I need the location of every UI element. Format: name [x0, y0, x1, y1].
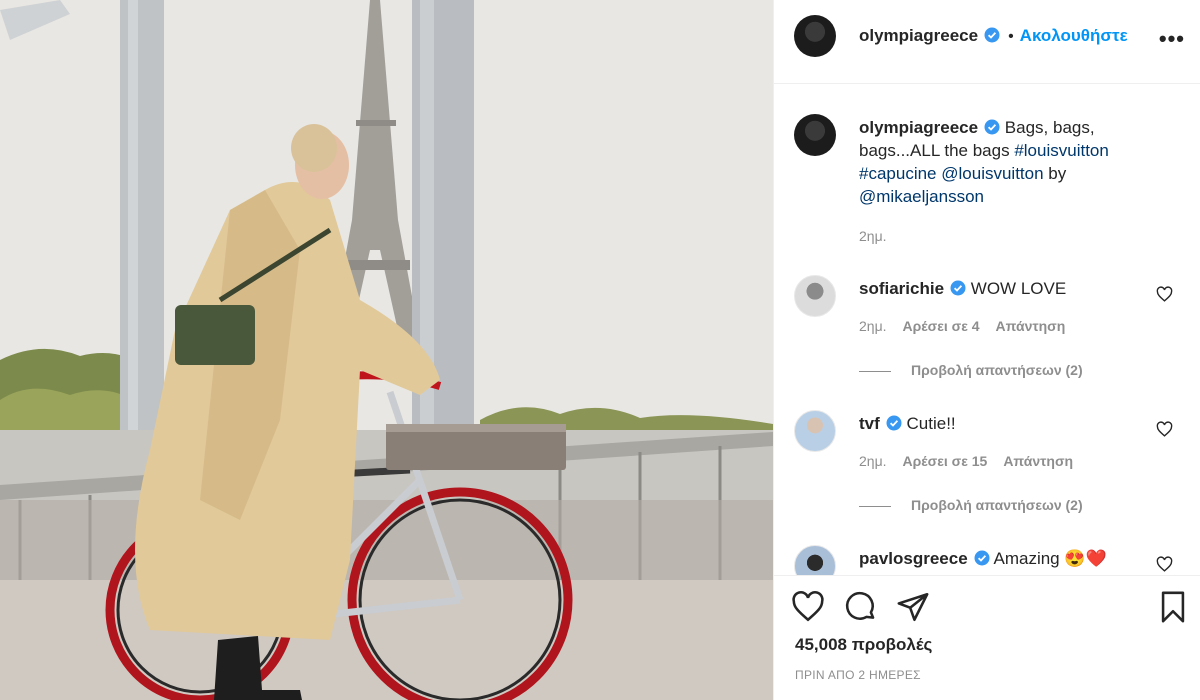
verified-badge-icon: [984, 27, 1000, 43]
video-frame-illustration: [0, 0, 773, 700]
comment-avatar[interactable]: [794, 545, 836, 575]
caption-time[interactable]: 2ημ.: [859, 228, 887, 244]
author-username[interactable]: olympiagreece: [859, 26, 978, 45]
comment-like-icon[interactable]: [1156, 556, 1173, 573]
comment-text: pavlosgreece Amazing 😍❤️: [859, 547, 1149, 570]
separator-dot: •: [1008, 28, 1014, 45]
reply-button[interactable]: Απάντηση: [1003, 453, 1073, 469]
caption-by: by: [1048, 164, 1067, 183]
reply-button[interactable]: Απάντηση: [996, 318, 1066, 334]
comment-text: tvf Cutie!!: [859, 412, 1149, 435]
author-avatar[interactable]: [794, 15, 836, 57]
comment-emoji: 😍❤️: [1064, 549, 1107, 568]
comment-username[interactable]: tvf: [859, 414, 880, 433]
hashtag-link[interactable]: #louisvuitton: [1014, 141, 1109, 160]
replies-line: [859, 370, 891, 372]
verified-badge-icon: [950, 280, 966, 296]
view-replies-button[interactable]: Προβολή απαντήσεων (2): [859, 362, 1083, 378]
view-replies-label: Προβολή απαντήσεων (2): [911, 362, 1083, 378]
comment-avatar[interactable]: [794, 275, 836, 317]
header-author-row: olympiagreece • Ακολουθήστε: [859, 26, 1128, 46]
caption-avatar[interactable]: [794, 114, 836, 156]
mention-link[interactable]: @louisvuitton: [941, 164, 1043, 183]
post-age[interactable]: ΠΡΙΝ ΑΠΟ 2 ΗΜΕΡΕΣ: [795, 668, 921, 682]
view-replies-label: Προβολή απαντήσεων (2): [911, 497, 1083, 513]
comment-like-icon[interactable]: [1156, 286, 1173, 303]
share-icon[interactable]: [896, 590, 930, 624]
comment-body: Amazing: [993, 549, 1060, 568]
comment-avatar[interactable]: [794, 410, 836, 452]
comment-body: WOW LOVE: [970, 279, 1067, 298]
comment-username[interactable]: pavlosgreece: [859, 549, 968, 568]
post-details-panel: olympiagreece • Ακολουθήστε ••• olympiagre…: [773, 0, 1200, 700]
bookmark-icon[interactable]: [1156, 590, 1190, 624]
post-actions: 45,008 προβολές ΠΡΙΝ ΑΠΟ 2 ΗΜΕΡΕΣ: [774, 575, 1200, 700]
hashtag-link[interactable]: #capucine: [859, 164, 937, 183]
post-header: olympiagreece • Ακολουθήστε •••: [774, 0, 1200, 84]
caption-timestamp: 2ημ.: [859, 228, 903, 244]
more-options-icon[interactable]: •••: [1159, 26, 1185, 52]
post-video[interactable]: [0, 0, 773, 700]
comment-text: sofiarichie WOW LOVE: [859, 277, 1149, 300]
comment-meta: 2ημ. Αρέσει σε 15 Απάντηση: [859, 453, 1089, 469]
replies-line: [859, 505, 891, 507]
verified-badge-icon: [984, 119, 1000, 135]
heart-icon[interactable]: [791, 590, 825, 624]
mention-link[interactable]: @mikaeljansson: [859, 187, 984, 206]
verified-badge-icon: [886, 415, 902, 431]
comments-list[interactable]: olympiagreece Bags, bags, bags...ALL the…: [774, 85, 1200, 575]
follow-button[interactable]: Ακολουθήστε: [1020, 26, 1128, 45]
caption-text: olympiagreece Bags, bags, bags...ALL the…: [859, 116, 1149, 208]
view-count[interactable]: 45,008 προβολές: [795, 635, 932, 655]
comment-username[interactable]: sofiarichie: [859, 279, 944, 298]
comment-time[interactable]: 2ημ.: [859, 453, 887, 469]
comment-likes[interactable]: Αρέσει σε 4: [903, 318, 980, 334]
comment-likes[interactable]: Αρέσει σε 15: [903, 453, 988, 469]
verified-badge-icon: [974, 550, 990, 566]
comment-time[interactable]: 2ημ.: [859, 318, 887, 334]
comment-body: Cutie!!: [906, 414, 956, 433]
comment-meta: 2ημ. Αρέσει σε 4 Απάντηση: [859, 318, 1081, 334]
caption-username[interactable]: olympiagreece: [859, 118, 978, 137]
view-replies-button[interactable]: Προβολή απαντήσεων (2): [859, 497, 1083, 513]
comment-icon[interactable]: [844, 590, 878, 624]
comment-like-icon[interactable]: [1156, 421, 1173, 438]
